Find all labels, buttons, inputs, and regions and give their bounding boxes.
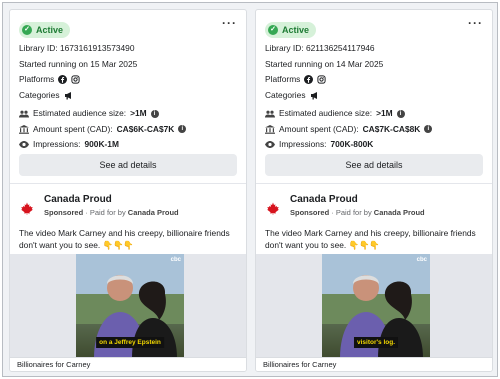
ad-summary: ✓ Active ··· Library ID: 621136254117946… bbox=[256, 10, 492, 184]
ad-card: ✓ Active ··· Library ID: 167316191357349… bbox=[9, 9, 247, 372]
start-date: Started running on 15 Mar 2025 bbox=[19, 58, 138, 69]
amount-row: Amount spent (CAD): CA$7K-CA$8K i bbox=[265, 122, 483, 138]
library-id: Library ID: 1673161913573490 bbox=[19, 43, 135, 53]
paid-for-name: Canada Proud bbox=[127, 208, 179, 217]
audience-label: Estimated audience size: bbox=[279, 108, 373, 118]
video-watermark: cbc bbox=[416, 257, 427, 263]
paid-for-prefix: · Paid for by bbox=[331, 208, 372, 217]
categories-row: Categories bbox=[19, 88, 237, 104]
platforms-row: Platforms bbox=[19, 72, 237, 88]
impressions-row: Impressions: 700K-800K bbox=[265, 137, 483, 153]
instagram-icon bbox=[71, 75, 80, 84]
sponsored-line: Sponsored · Paid for by Canada Proud bbox=[290, 208, 425, 217]
bank-icon bbox=[19, 124, 29, 134]
info-icon[interactable]: i bbox=[396, 109, 405, 118]
video-thumbnail[interactable]: cbc visitor's log. bbox=[322, 254, 430, 358]
sponsored-line: Sponsored · Paid for by Canada Proud bbox=[44, 208, 179, 217]
ad-summary: ✓ Active ··· Library ID: 167316191357349… bbox=[10, 10, 246, 184]
megaphone-icon bbox=[64, 91, 71, 100]
info-icon[interactable]: i bbox=[178, 125, 187, 134]
more-options-icon[interactable]: ··· bbox=[468, 16, 483, 30]
people-icon bbox=[19, 110, 29, 118]
impressions-label: Impressions: bbox=[33, 139, 81, 149]
sponsored-label: Sponsored bbox=[290, 208, 330, 217]
categories-label: Categories bbox=[265, 89, 306, 100]
audience-row: Estimated audience size: >1M i bbox=[19, 106, 237, 122]
status-label: Active bbox=[282, 25, 310, 35]
audience-label: Estimated audience size: bbox=[33, 108, 127, 118]
ad-footer-title[interactable]: Billionaires for Carney bbox=[10, 357, 246, 371]
instagram-icon bbox=[317, 75, 326, 84]
platforms-label: Platforms bbox=[19, 74, 55, 84]
categories-label: Categories bbox=[19, 89, 60, 100]
advertiser-logo[interactable] bbox=[19, 201, 35, 217]
status-badge: ✓ Active bbox=[265, 22, 317, 38]
eye-icon bbox=[265, 141, 275, 149]
sponsored-label: Sponsored bbox=[44, 208, 84, 217]
ad-header: Canada Proud Sponsored · Paid for by Can… bbox=[10, 184, 246, 242]
ad-library-results: ✓ Active ··· Library ID: 167316191357349… bbox=[2, 2, 498, 377]
audience-value: >1M bbox=[130, 108, 147, 118]
ad-header: Canada Proud Sponsored · Paid for by Can… bbox=[256, 184, 492, 242]
amount-value: CA$6K-CA$7K bbox=[116, 123, 175, 134]
check-icon: ✓ bbox=[268, 25, 278, 35]
paid-for-name: Canada Proud bbox=[373, 208, 425, 217]
impressions-value: 900K-1M bbox=[84, 139, 119, 149]
see-ad-details-button[interactable]: See ad details bbox=[265, 154, 483, 176]
facebook-icon bbox=[304, 75, 314, 85]
ad-media[interactable]: cbc on a Jeffrey Epstein bbox=[10, 254, 246, 358]
video-caption: visitor's log. bbox=[353, 337, 399, 348]
facebook-icon bbox=[58, 75, 68, 85]
check-icon: ✓ bbox=[22, 25, 32, 35]
platforms-label: Platforms bbox=[265, 74, 301, 84]
start-date: Started running on 14 Mar 2025 bbox=[265, 58, 384, 69]
ad-media[interactable]: cbc visitor's log. bbox=[256, 254, 492, 358]
status-badge: ✓ Active bbox=[19, 22, 71, 38]
video-caption: on a Jeffrey Epstein bbox=[96, 337, 164, 348]
amount-label: Amount spent (CAD): bbox=[279, 123, 359, 134]
megaphone-icon bbox=[310, 91, 317, 100]
info-icon[interactable]: i bbox=[150, 109, 159, 118]
see-ad-details-button[interactable]: See ad details bbox=[19, 154, 237, 176]
advertiser-logo[interactable] bbox=[265, 201, 281, 217]
paid-for-prefix: · Paid for by bbox=[85, 208, 126, 217]
ad-footer-title[interactable]: Billionaires for Carney bbox=[256, 357, 492, 371]
categories-row: Categories bbox=[265, 88, 483, 104]
advertiser-name[interactable]: Canada Proud bbox=[44, 194, 112, 205]
impressions-label: Impressions: bbox=[279, 139, 327, 149]
amount-label: Amount spent (CAD): bbox=[33, 123, 113, 134]
more-options-icon[interactable]: ··· bbox=[222, 16, 237, 30]
ad-card: ✓ Active ··· Library ID: 621136254117946… bbox=[255, 9, 493, 372]
video-thumbnail[interactable]: cbc on a Jeffrey Epstein bbox=[76, 254, 184, 358]
advertiser-name[interactable]: Canada Proud bbox=[290, 194, 358, 205]
library-id: Library ID: 621136254117946 bbox=[265, 43, 375, 53]
eye-icon bbox=[19, 141, 29, 149]
impressions-row: Impressions: 900K-1M bbox=[19, 137, 237, 153]
impressions-value: 700K-800K bbox=[330, 139, 374, 149]
status-label: Active bbox=[36, 25, 64, 35]
platforms-row: Platforms bbox=[265, 72, 483, 88]
people-icon bbox=[265, 110, 275, 118]
bank-icon bbox=[265, 124, 275, 134]
video-watermark: cbc bbox=[170, 257, 181, 263]
audience-row: Estimated audience size: >1M i bbox=[265, 106, 483, 122]
amount-value: CA$7K-CA$8K bbox=[362, 123, 421, 134]
info-icon[interactable]: i bbox=[424, 125, 433, 134]
audience-value: >1M bbox=[376, 108, 393, 118]
amount-row: Amount spent (CAD): CA$6K-CA$7K i bbox=[19, 122, 237, 138]
